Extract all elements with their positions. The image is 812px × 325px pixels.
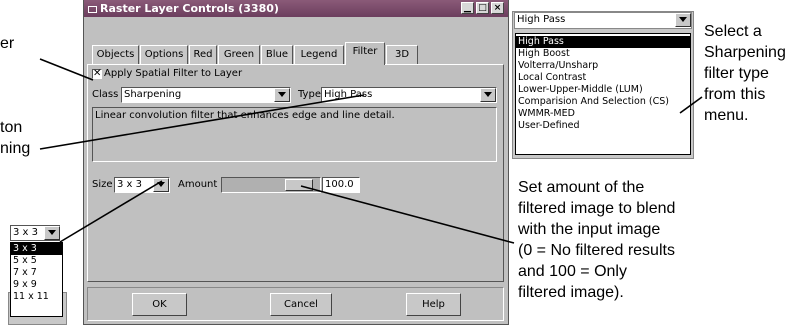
filter-panel: ✕ Apply Spatial Filter to Layer Class Sh…: [87, 64, 504, 282]
chevron-down-icon[interactable]: [274, 88, 290, 102]
window-title: Raster Layer Controls (3380): [100, 2, 279, 15]
tab-filter[interactable]: Filter: [345, 42, 385, 65]
tab-objects[interactable]: Objects: [92, 45, 139, 64]
raster-layer-controls-window: Raster Layer Controls (3380) ▁ □ × Objec…: [83, 0, 509, 325]
size-menu-item[interactable]: 5 x 5: [11, 255, 62, 267]
size-menu-item[interactable]: 7 x 7: [11, 267, 62, 279]
button-bar: OK Cancel Help: [87, 287, 504, 321]
type-select[interactable]: High Pass: [321, 87, 497, 103]
type-menu-item[interactable]: High Pass: [516, 36, 690, 48]
amount-field[interactable]: 100.0: [322, 177, 360, 193]
class-label: Class: [92, 89, 119, 100]
class-select[interactable]: Sharpening: [121, 87, 291, 103]
size-menu-item[interactable]: 9 x 9: [11, 279, 62, 291]
window-icon[interactable]: [88, 6, 97, 13]
size-menu-list: 3 x 35 x 57 x 79 x 9 11 x 11: [10, 242, 63, 317]
type-menu-item[interactable]: High Boost: [516, 48, 690, 60]
type-menu-item[interactable]: Lower-Upper-Middle (LUM): [516, 84, 690, 96]
tab-3d[interactable]: 3D: [386, 45, 418, 64]
amount-label: Amount: [178, 179, 218, 190]
close-icon[interactable]: ×: [491, 2, 504, 14]
callout-fragment-top: er: [0, 35, 15, 52]
type-menu-list: High Pass High Boost Volterra/Unsharp Local…: [515, 33, 691, 155]
callout-select-type: Select a Sharpening filter type from thi…: [704, 23, 786, 124]
filter-description: Linear convolution filter that enhances …: [92, 107, 497, 162]
tab-blue[interactable]: Blue: [261, 45, 293, 64]
cancel-button[interactable]: Cancel: [270, 293, 332, 316]
apply-filter-label: Apply Spatial Filter to Layer: [104, 68, 243, 79]
tab-green[interactable]: Green: [218, 45, 260, 64]
type-menu-item[interactable]: WMMR-MED: [516, 108, 690, 120]
tab-red[interactable]: Red: [189, 45, 217, 64]
maximize-icon[interactable]: □: [476, 2, 489, 14]
size-menu-item[interactable]: 3 x 3: [11, 243, 62, 255]
amount-slider-thumb[interactable]: [285, 179, 313, 191]
chevron-down-icon[interactable]: [44, 226, 60, 240]
type-menu-item[interactable]: Local Contrast: [516, 72, 690, 84]
type-menu-current[interactable]: High Pass: [514, 12, 692, 29]
type-menu-item[interactable]: Comparision And Selection (CS): [516, 96, 690, 108]
callout-fragment-mid: ton ning: [0, 119, 31, 157]
tab-options[interactable]: Options: [140, 45, 188, 64]
chevron-down-icon[interactable]: [480, 88, 496, 102]
apply-filter-checkbox[interactable]: ✕: [92, 69, 102, 79]
type-menu-item[interactable]: Volterra/Unsharp: [516, 60, 690, 72]
size-menu-item[interactable]: 11 x 11: [11, 291, 62, 303]
tab-legend[interactable]: Legend: [294, 45, 344, 64]
callout-amount-note: Set amount of the filtered image to blen…: [518, 179, 676, 301]
size-label: Size: [92, 179, 113, 190]
ok-button[interactable]: OK: [132, 293, 187, 316]
type-label: Type: [298, 89, 321, 100]
type-menu-item[interactable]: User-Defined: [516, 120, 690, 132]
minimize-icon[interactable]: ▁: [461, 2, 474, 14]
chevron-down-icon[interactable]: [675, 13, 691, 27]
amount-slider[interactable]: [221, 177, 321, 193]
title-bar[interactable]: Raster Layer Controls (3380) ▁ □ ×: [84, 0, 508, 17]
help-button[interactable]: Help: [406, 293, 461, 316]
chevron-down-icon[interactable]: [153, 178, 169, 192]
